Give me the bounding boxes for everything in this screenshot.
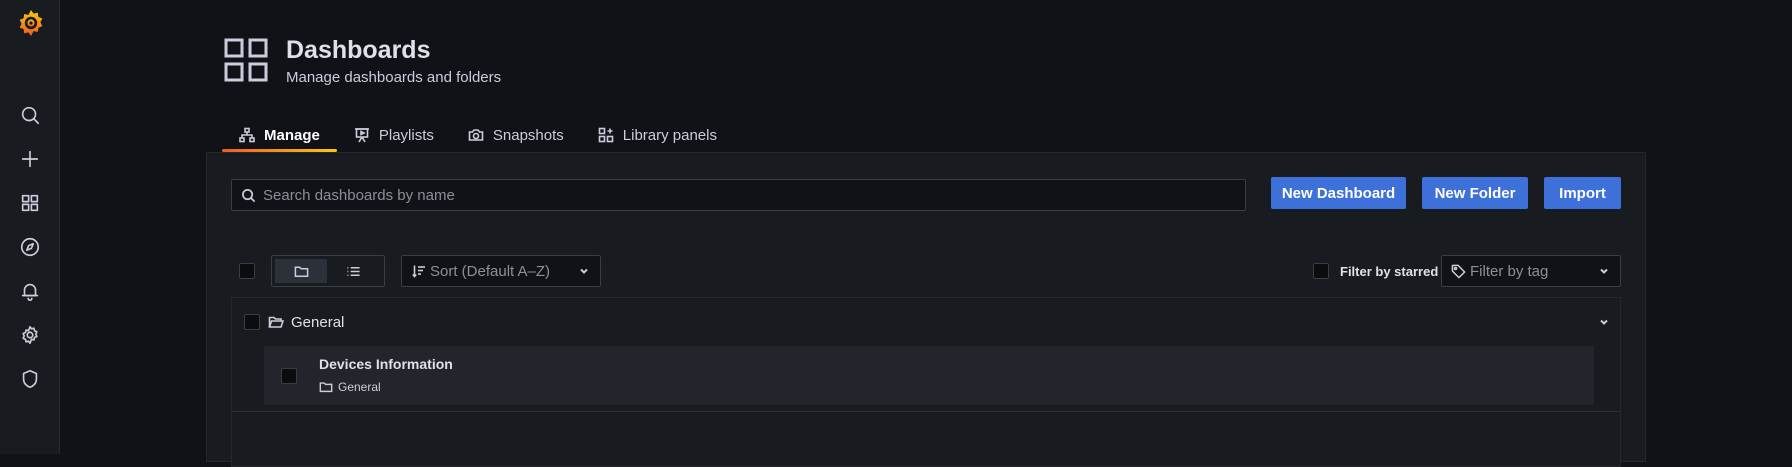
import-button[interactable]: Import: [1544, 177, 1621, 209]
tab-manage[interactable]: Manage: [222, 118, 337, 152]
tab-library-panels-label: Library panels: [622, 126, 717, 144]
dashboard-folder: General: [319, 380, 381, 394]
configuration-gear-icon[interactable]: [16, 321, 44, 349]
tab-manage-label: Manage: [264, 126, 320, 144]
dashboard-title[interactable]: Devices Information: [319, 356, 453, 372]
chevron-down-icon: [580, 268, 588, 274]
sitemap-icon: [239, 127, 255, 143]
chevron-down-icon: [1600, 268, 1608, 274]
filter-starred-label: Filter by starred: [1340, 263, 1439, 279]
tab-library-panels[interactable]: Library panels: [581, 118, 734, 152]
page-title: Dashboards: [286, 36, 431, 64]
dashboards-icon[interactable]: [16, 189, 44, 217]
tab-playlists-label: Playlists: [378, 126, 434, 144]
sort-amount-icon: [412, 265, 425, 278]
chevron-down-icon[interactable]: [1598, 316, 1610, 328]
tag-filter-placeholder: Filter by tag: [1470, 262, 1549, 280]
search-box[interactable]: [231, 179, 1246, 211]
server-admin-shield-icon[interactable]: [16, 365, 44, 393]
plus-icon[interactable]: [16, 145, 44, 173]
folder-icon: [294, 266, 308, 277]
divider: [232, 411, 1620, 412]
folder-open-icon: [268, 316, 284, 328]
search-icon[interactable]: [16, 101, 44, 129]
dashboard-list-item[interactable]: Devices Information General: [264, 346, 1594, 405]
page-subtitle: Manage dashboards and folders: [286, 69, 502, 86]
tag-icon: [1451, 264, 1466, 279]
camera-icon: [468, 129, 484, 141]
sidebar: [0, 0, 60, 454]
tab-snapshots-label: Snapshots: [492, 126, 564, 144]
presentation-play-icon: [354, 128, 369, 143]
folder-view-button[interactable]: [275, 259, 327, 283]
explore-compass-icon[interactable]: [16, 233, 44, 261]
sort-select[interactable]: Sort (Default A–Z): [401, 255, 601, 287]
folder-section-general: General Devices Information General: [231, 297, 1621, 467]
page-tabs: Manage Playlists Snapshots Library panel…: [222, 118, 734, 152]
new-dashboard-button[interactable]: New Dashboard: [1271, 177, 1406, 209]
library-panel-icon: [598, 127, 614, 143]
tag-filter-select[interactable]: Filter by tag: [1441, 255, 1621, 287]
folder-checkbox[interactable]: [244, 314, 260, 330]
folder-icon: [319, 382, 333, 393]
folder-header[interactable]: General: [232, 298, 1620, 346]
dashboard-folder-name: General: [338, 380, 381, 394]
tab-playlists[interactable]: Playlists: [337, 118, 451, 152]
sort-placeholder: Sort (Default A–Z): [430, 262, 551, 280]
grafana-logo-icon[interactable]: [17, 8, 45, 38]
manage-dashboards-panel: New Dashboard New Folder Import Sort (De…: [206, 152, 1646, 467]
dashboard-checkbox[interactable]: [281, 368, 297, 384]
new-folder-button[interactable]: New Folder: [1422, 177, 1528, 209]
select-all-checkbox[interactable]: [239, 263, 255, 279]
folder-name: General: [291, 313, 345, 331]
list-view-button[interactable]: [327, 259, 379, 283]
filter-starred-checkbox[interactable]: [1313, 263, 1329, 279]
alerting-bell-icon[interactable]: [16, 277, 44, 305]
view-mode-toggle: [271, 255, 385, 287]
search-icon: [242, 188, 256, 202]
list-icon: [346, 266, 360, 276]
search-input[interactable]: [263, 186, 1245, 204]
dashboards-icon: [224, 38, 268, 82]
tab-snapshots[interactable]: Snapshots: [451, 118, 581, 152]
filter-starred[interactable]: Filter by starred: [1313, 263, 1438, 279]
